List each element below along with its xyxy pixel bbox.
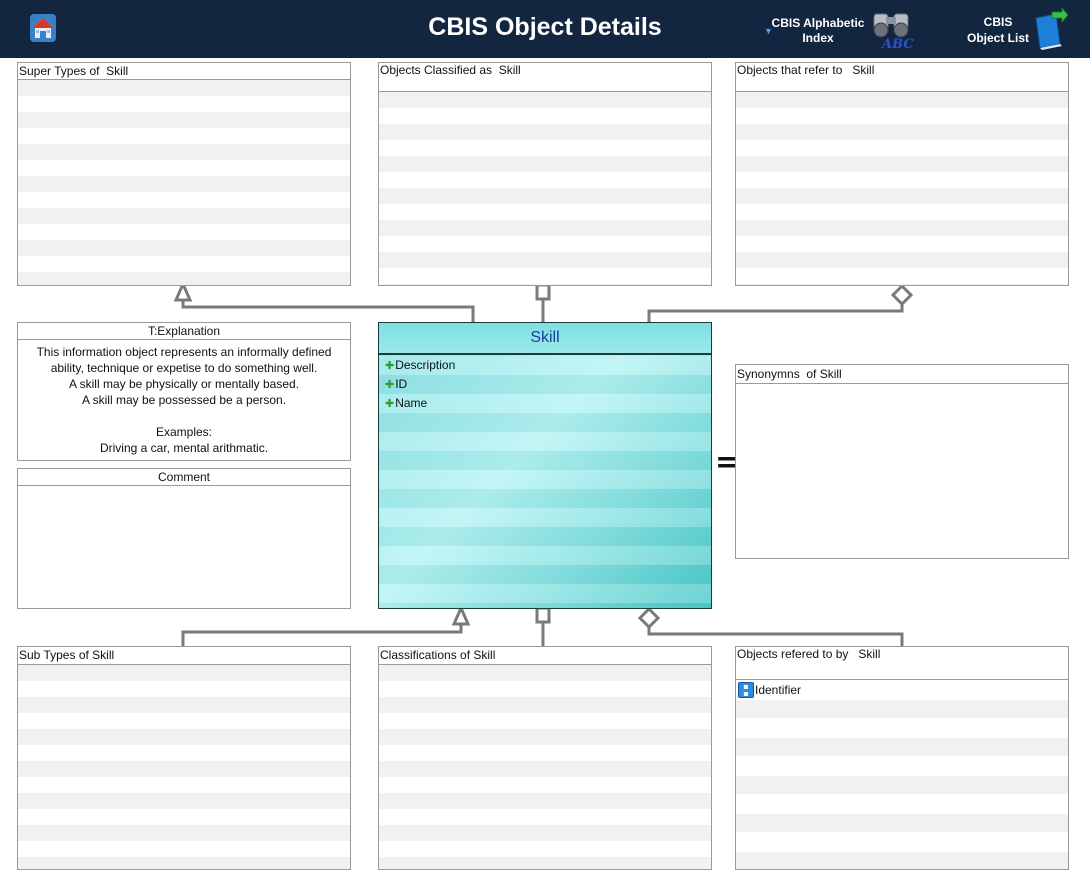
public-attribute-icon: ✚ xyxy=(385,379,395,391)
sub-types-list xyxy=(18,665,350,869)
object-link-icon: ▪ ▪ xyxy=(738,682,754,698)
classifications-panel: Classifications of Skill xyxy=(378,646,712,870)
explanation-text: This information object represents an in… xyxy=(36,345,332,455)
class-name: Skill xyxy=(379,323,711,355)
attribute-id[interactable]: ✚ID xyxy=(385,375,407,393)
sub-types-panel: Sub Types of Skill xyxy=(17,646,351,870)
objects-classified-title: Objects Classified as Skill xyxy=(379,63,711,92)
comment-panel: Comment xyxy=(17,468,351,609)
synonyms-panel: Synonymns of Skill xyxy=(735,364,1069,559)
objects-referred-by-list xyxy=(736,680,1068,869)
objects-referred-by-panel: Objects refered to by Skill ▪ ▪ Identifier xyxy=(735,646,1069,870)
public-attribute-icon: ✚ xyxy=(385,398,395,410)
objects-refer-panel: Objects that refer to Skill xyxy=(735,62,1069,286)
objects-classified-list xyxy=(379,92,711,285)
synonyms-title: Synonymns of Skill xyxy=(736,365,1068,384)
objects-referred-by-title: Objects refered to by Skill xyxy=(736,647,1068,680)
list-item-identifier[interactable]: ▪ ▪ Identifier xyxy=(738,681,801,699)
attribute-description[interactable]: ✚Description xyxy=(385,356,455,374)
attribute-name[interactable]: ✚Name xyxy=(385,394,427,412)
classifications-list xyxy=(379,665,711,869)
explanation-title: T:Explanation xyxy=(18,323,350,340)
classifications-title: Classifications of Skill xyxy=(379,647,711,665)
super-types-list xyxy=(18,80,350,285)
super-types-panel: Super Types of Skill xyxy=(17,62,351,286)
comment-title: Comment xyxy=(18,469,350,486)
explanation-panel: T:Explanation This information object re… xyxy=(17,322,351,461)
objects-refer-title: Objects that refer to Skill xyxy=(736,63,1068,92)
public-attribute-icon: ✚ xyxy=(385,360,395,372)
super-types-title: Super Types of Skill xyxy=(18,63,350,80)
skill-class-box[interactable]: Skill ✚Description ✚ID ✚Name xyxy=(378,322,712,609)
objects-refer-list xyxy=(736,92,1068,285)
sub-types-title: Sub Types of Skill xyxy=(18,647,350,665)
objects-classified-panel: Objects Classified as Skill xyxy=(378,62,712,286)
